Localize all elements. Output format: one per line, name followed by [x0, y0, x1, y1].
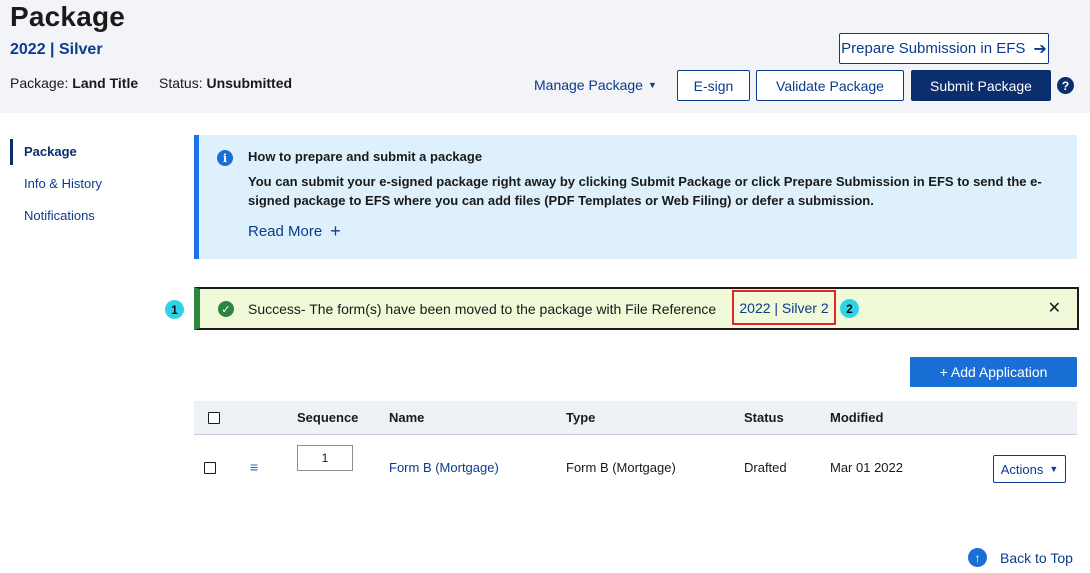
prepare-submission-label: Prepare Submission in EFS	[841, 40, 1026, 57]
check-circle-icon: ✓	[218, 301, 234, 317]
read-more-label: Read More	[248, 223, 323, 240]
esign-label: E-sign	[693, 77, 734, 94]
package-type-meta: Package: Land Title	[10, 75, 138, 91]
status-value: Unsubmitted	[206, 75, 293, 91]
table-header: Sequence Name Type Status Modified	[194, 401, 1077, 435]
caret-down-icon: ▼	[1049, 464, 1059, 474]
file-reference-link[interactable]: 2022 | Silver 2	[732, 290, 836, 325]
info-callout: i How to prepare and submit a package Yo…	[194, 135, 1077, 259]
form-type: Form B (Mortgage)	[566, 460, 676, 475]
esign-button[interactable]: E-sign	[677, 70, 750, 101]
form-modified: Mar 01 2022	[830, 460, 903, 475]
arrow-right-icon: ➔	[1033, 40, 1047, 58]
package-type-value: Land Title	[72, 75, 139, 91]
sidebar-item-package[interactable]: Package	[10, 139, 160, 165]
step-marker-1: 1	[165, 300, 184, 319]
add-application-button[interactable]: + Add Application	[910, 357, 1077, 387]
page-title: Package	[10, 1, 126, 32]
sidebar-item-info-history[interactable]: Info & History	[10, 171, 160, 197]
select-all-checkbox[interactable]	[208, 412, 220, 424]
help-icon[interactable]: ?	[1057, 77, 1074, 94]
manage-package-label: Manage Package	[534, 77, 643, 93]
col-header-status[interactable]: Status	[744, 410, 784, 425]
col-header-name[interactable]: Name	[389, 410, 424, 425]
success-alert: ✓ Success- The form(s) have been moved t…	[194, 287, 1079, 330]
row-select-checkbox[interactable]	[204, 462, 216, 474]
sidebar-nav: Package Info & History Notifications	[10, 139, 160, 235]
caret-down-icon: ▼	[647, 80, 657, 90]
actions-dropdown[interactable]: Actions ▼	[993, 455, 1066, 483]
arrow-up-icon: ↑	[968, 548, 987, 567]
prepare-submission-button[interactable]: Prepare Submission in EFS ➔	[839, 33, 1049, 64]
actions-label: Actions	[1000, 461, 1044, 477]
help-glyph: ?	[1061, 78, 1070, 93]
package-status-meta: Status: Unsubmitted	[159, 75, 292, 91]
validate-package-label: Validate Package	[776, 77, 884, 94]
info-body: You can submit your e-signed package rig…	[248, 174, 1042, 208]
table-row: ≡ 1 Form B (Mortgage) Form B (Mortgage) …	[194, 437, 1077, 497]
form-name-link[interactable]: Form B (Mortgage)	[389, 460, 499, 475]
submit-package-label: Submit Package	[930, 77, 1032, 94]
manage-package-dropdown[interactable]: Manage Package ▼	[534, 77, 657, 93]
col-header-type[interactable]: Type	[566, 410, 595, 425]
page-header: Package 2022 | Silver Package: Land Titl…	[0, 0, 1090, 113]
page-subtitle: 2022 | Silver	[10, 41, 103, 58]
validate-package-button[interactable]: Validate Package	[756, 70, 904, 101]
sequence-input[interactable]: 1	[297, 445, 353, 471]
step-marker-2: 2	[840, 299, 859, 318]
info-title: How to prepare and submit a package	[248, 149, 483, 164]
info-icon: i	[217, 150, 233, 166]
back-to-top-label: Back to Top	[1000, 549, 1073, 566]
success-message: Success- The form(s) have been moved to …	[248, 301, 717, 317]
form-status: Drafted	[744, 460, 787, 475]
package-type-label: Package:	[10, 75, 69, 91]
col-header-modified[interactable]: Modified	[830, 410, 883, 425]
read-more-link[interactable]: Read More +	[248, 221, 341, 242]
reorder-list-icon[interactable]: ≡	[250, 459, 258, 475]
sidebar-item-notifications[interactable]: Notifications	[10, 203, 160, 229]
plus-icon: +	[330, 221, 341, 241]
col-header-sequence[interactable]: Sequence	[297, 410, 358, 425]
close-icon[interactable]: ✕	[1048, 298, 1061, 318]
status-label: Status:	[159, 75, 203, 91]
back-to-top-link[interactable]: ↑ Back to Top	[968, 548, 1073, 567]
submit-package-button[interactable]: Submit Package	[911, 70, 1051, 101]
